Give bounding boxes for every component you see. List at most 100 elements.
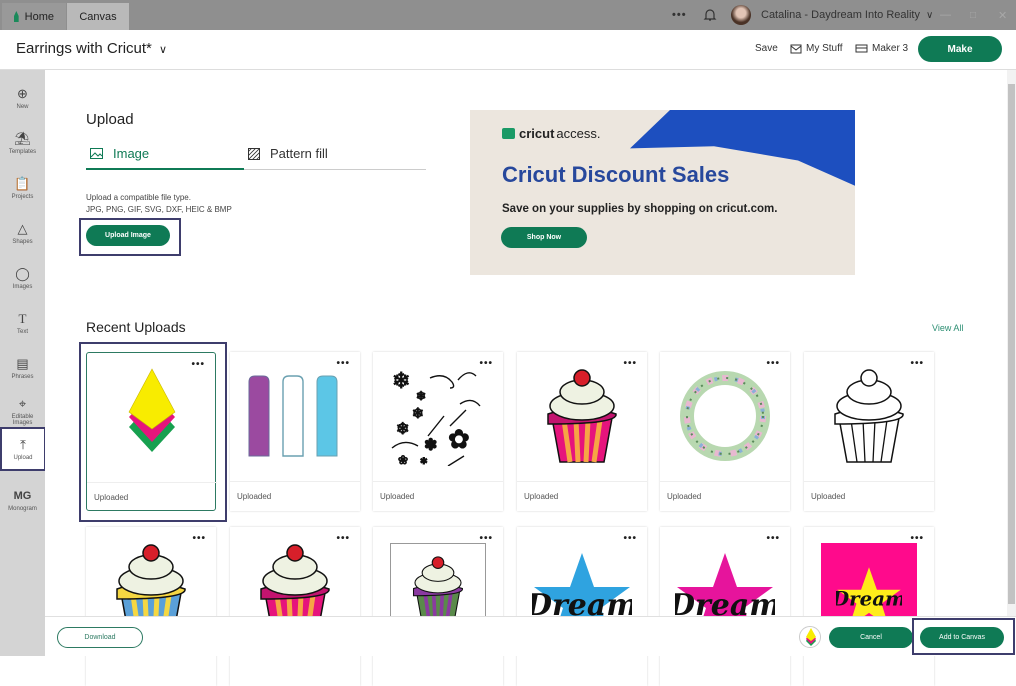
banner-subtext: Save on your supplies by shopping on cri…	[502, 203, 778, 215]
avatar[interactable]	[731, 0, 751, 30]
chevron-down-icon: ∨	[925, 9, 934, 21]
upload-image-button[interactable]: Upload Image	[86, 225, 170, 246]
download-button[interactable]: Download	[57, 627, 143, 648]
save-button[interactable]: Save	[755, 43, 778, 54]
user-menu[interactable]: Catalina - Daydream Into Reality ∨	[761, 0, 933, 30]
upload-item[interactable]: ••• Uploaded	[230, 352, 360, 511]
clipboard-icon: 📋	[14, 175, 31, 191]
more-options-icon[interactable]: •••	[336, 358, 350, 369]
card-divider	[660, 481, 790, 482]
svg-text:❄: ❄	[416, 389, 426, 403]
upload-item[interactable]: •••	[86, 527, 216, 686]
upload-item[interactable]: ••• Uploaded	[86, 352, 217, 511]
sidebar-item-label: Phrases	[11, 373, 34, 380]
inbox-icon	[790, 44, 802, 53]
machine-button[interactable]: Maker 3	[855, 43, 908, 54]
sidebar-item-projects[interactable]: 📋 Projects	[0, 166, 45, 210]
card-divider	[373, 481, 503, 482]
tab-canvas[interactable]: Canvas	[67, 3, 129, 30]
more-options-icon[interactable]: •••	[910, 533, 924, 544]
shapes-icon: △	[17, 220, 28, 236]
cricut-access-banner[interactable]: cricut access. Cricut Discount Sales Sav…	[470, 110, 855, 275]
upload-item[interactable]: •••	[230, 527, 360, 686]
add-to-canvas-button[interactable]: Add to Canvas	[920, 627, 1004, 648]
sidebar-item-templates[interactable]: ⛱ Templates	[0, 121, 45, 165]
sidebar-item-text[interactable]: T Text	[0, 301, 45, 345]
monogram-icon: MG	[13, 489, 32, 502]
project-title-dropdown[interactable]: Earrings with Cricut* ∨	[16, 40, 167, 57]
tab-canvas-label: Canvas	[79, 10, 117, 23]
more-options-icon[interactable]: •••	[336, 533, 350, 544]
cancel-button[interactable]: Cancel	[829, 627, 913, 648]
more-options-icon[interactable]: •••	[479, 533, 493, 544]
upload-item[interactable]: Dream •••	[660, 527, 790, 686]
tab-image[interactable]: Image	[90, 146, 149, 161]
sidebar-item-phrases[interactable]: ▤ Phrases	[0, 346, 45, 390]
cricut-access-icon	[502, 128, 515, 139]
more-options-icon[interactable]: •••	[479, 358, 493, 369]
more-options-icon[interactable]: •••	[623, 358, 637, 369]
sidebar-item-images[interactable]: ◯ Images	[0, 256, 45, 300]
card-divider	[230, 481, 360, 482]
view-all-link[interactable]: View All	[932, 323, 963, 333]
more-options-icon[interactable]: •••	[766, 358, 780, 369]
upload-item-label: Uploaded	[811, 492, 846, 501]
tab-pattern-fill[interactable]: Pattern fill	[248, 146, 328, 161]
minimize-button[interactable]: —	[940, 0, 951, 30]
svg-text:✱: ✱	[420, 456, 428, 466]
speech-bubble-icon: ▤	[16, 355, 29, 371]
selected-image-preview	[799, 626, 821, 648]
bell-icon[interactable]	[703, 0, 717, 30]
file-type-help: Upload a compatible file type. JPG, PNG,…	[86, 192, 232, 216]
upload-item[interactable]: ••• Uploaded	[517, 352, 647, 511]
close-window-button[interactable]: ✕	[998, 0, 1007, 30]
more-menu-button[interactable]: •••	[672, 0, 687, 30]
sidebar: ⊕ New ⛱ Templates 📋 Projects △ Shapes ◯ Image…	[0, 70, 46, 656]
sidebar-item-shapes[interactable]: △ Shapes	[0, 211, 45, 255]
upload-item[interactable]: Dream •••	[517, 527, 647, 686]
sidebar-item-label: Images	[12, 283, 33, 290]
svg-text:❄: ❄	[392, 368, 410, 393]
project-header: Earrings with Cricut* ∨ Save My Stuff Ma…	[0, 30, 1016, 70]
title-bar: Home Canvas ••• Catalina - Daydream Into…	[0, 0, 1016, 30]
shop-now-button[interactable]: Shop Now	[501, 227, 587, 248]
upload-tabs: Image Pattern fill	[86, 140, 426, 170]
more-options-icon[interactable]: •••	[766, 533, 780, 544]
sidebar-item-upload[interactable]: ⤒ Upload	[0, 427, 46, 471]
chevron-down-icon: ∨	[159, 44, 168, 56]
help-line-2: JPG, PNG, GIF, SVG, DXF, HEIC & BMP	[86, 205, 232, 214]
make-button[interactable]: Make	[918, 36, 1002, 62]
svg-text:❄: ❄	[396, 421, 409, 438]
sidebar-item-new[interactable]: ⊕ New	[0, 76, 45, 120]
upload-item[interactable]: •••	[373, 527, 503, 686]
my-stuff-label: My Stuff	[806, 43, 843, 54]
upload-item[interactable]: ••• Uploaded	[660, 352, 790, 511]
user-name: Catalina - Daydream Into Reality	[761, 9, 920, 21]
upload-item[interactable]: ••• Uploaded	[804, 352, 934, 511]
maximize-button[interactable]: □	[970, 0, 976, 30]
more-options-icon[interactable]: •••	[192, 533, 206, 544]
more-options-icon[interactable]: •••	[910, 358, 924, 369]
shirt-icon: ⛱	[14, 130, 31, 146]
sidebar-item-monogram[interactable]: MG Monogram	[0, 478, 45, 522]
upload-item[interactable]: ❄ ❄ ❄ ❄ ✿ ✽ ❀ ✱ ••• Uploaded	[373, 352, 503, 511]
scrollbar-thumb[interactable]	[1008, 84, 1015, 604]
layered-diamond-earrings-image	[87, 353, 217, 481]
sidebar-item-label: Upload	[13, 454, 33, 461]
more-options-icon[interactable]: •••	[623, 533, 637, 544]
floral-wreath-image	[660, 352, 790, 480]
upload-title: Upload	[86, 111, 134, 128]
editable-image-icon: ⌖	[18, 395, 27, 411]
sidebar-item-label: Monogram	[8, 505, 37, 512]
sidebar-item-label: Projects	[11, 193, 34, 200]
image-icon	[90, 148, 103, 159]
card-divider	[517, 481, 647, 482]
outline-cupcake-image	[804, 352, 934, 480]
more-options-icon[interactable]: •••	[191, 359, 205, 370]
my-stuff-button[interactable]: My Stuff	[790, 43, 843, 54]
banner-headline: Cricut Discount Sales	[502, 162, 730, 187]
tab-home[interactable]: Home	[2, 3, 66, 30]
sidebar-item-label: Editable Images	[11, 413, 34, 426]
upload-item[interactable]: Dream •••	[804, 527, 934, 686]
snowflakes-and-flourishes-image: ❄ ❄ ❄ ❄ ✿ ✽ ❀ ✱	[373, 352, 503, 480]
